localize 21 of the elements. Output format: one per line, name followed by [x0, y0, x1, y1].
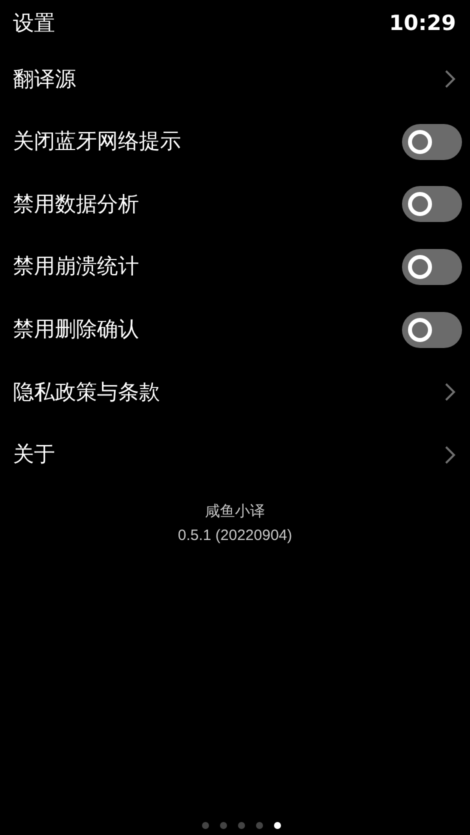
setting-label: 禁用数据分析: [13, 190, 139, 218]
setting-label: 隐私政策与条款: [13, 378, 160, 406]
setting-label: 关闭蓝牙网络提示: [13, 128, 181, 156]
setting-label: 禁用崩溃统计: [13, 253, 139, 280]
toggle-switch[interactable]: [402, 186, 462, 222]
toggle-switch[interactable]: [402, 312, 462, 348]
chevron-right-icon: [444, 444, 456, 465]
toggle-switch[interactable]: [402, 249, 462, 286]
settings-row[interactable]: 关于: [0, 424, 470, 486]
chevron-right-icon: [444, 69, 456, 90]
clock-time: 10:29: [389, 10, 457, 38]
chevron-right-icon: [444, 382, 456, 402]
setting-label: 禁用删除确认: [13, 316, 139, 343]
settings-row[interactable]: 隐私政策与条款: [0, 360, 470, 424]
setting-label: 关于: [13, 441, 55, 468]
toggle-switch[interactable]: [402, 124, 462, 160]
page-title: 设置: [13, 10, 55, 38]
app-name: 咸鱼小译: [205, 501, 265, 522]
settings-row[interactable]: 翻译源: [0, 48, 470, 111]
app-version: 0.5.1 (20220904): [178, 526, 292, 546]
setting-label: 翻译源: [13, 66, 76, 93]
